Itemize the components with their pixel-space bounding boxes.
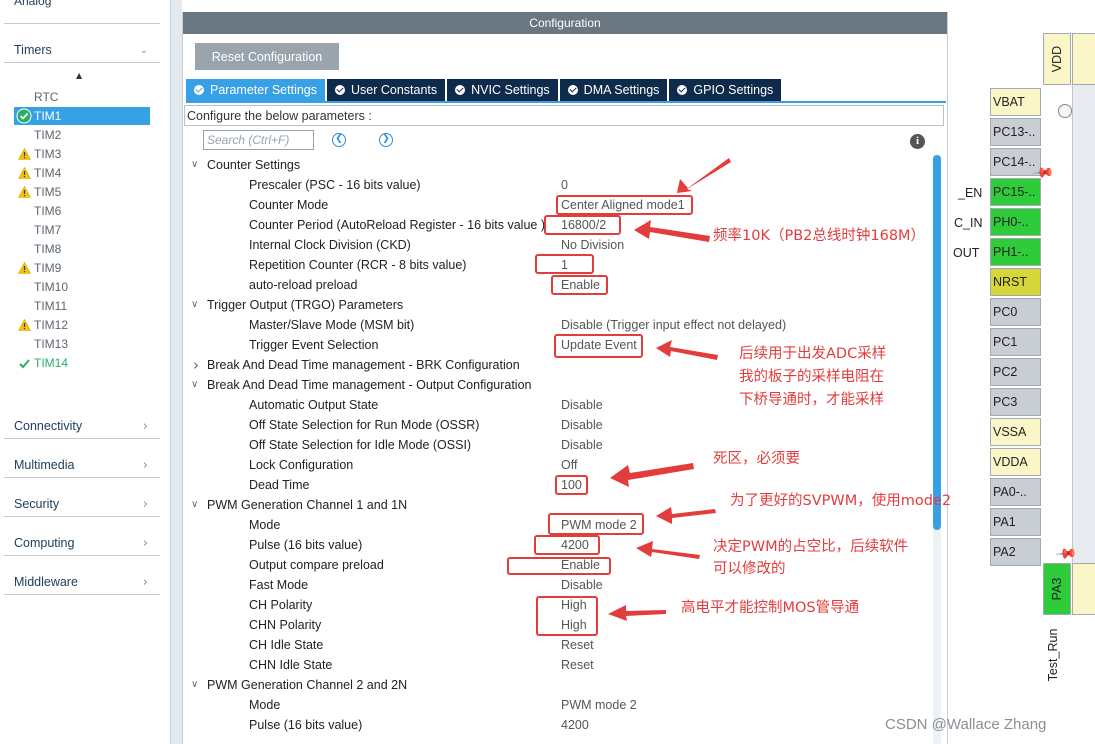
annotation-duty-1: 决定PWM的占空比，后续软件 <box>713 539 909 555</box>
annotation-polarity: 高电平才能控制MOS管导通 <box>681 600 860 616</box>
annotation-adc-2: 我的板子的采样电阻在 <box>739 369 884 385</box>
annotation-adc-3: 下桥导通时，才能采样 <box>739 392 884 408</box>
annotation-dead-time: 死区，必须要 <box>713 451 800 467</box>
annotation-svpwm: 为了更好的SVPWM，使用mode2 <box>730 493 952 509</box>
annotation-adc-1: 后续用于出发ADC采样 <box>739 346 887 362</box>
watermark: CSDN @Wallace Zhang <box>885 716 1047 733</box>
annotation-duty-2: 可以修改的 <box>713 561 786 577</box>
annotation-frequency: 频率10K（PB2总线时钟168M） <box>713 228 926 244</box>
annotation-arrows <box>608 158 731 621</box>
